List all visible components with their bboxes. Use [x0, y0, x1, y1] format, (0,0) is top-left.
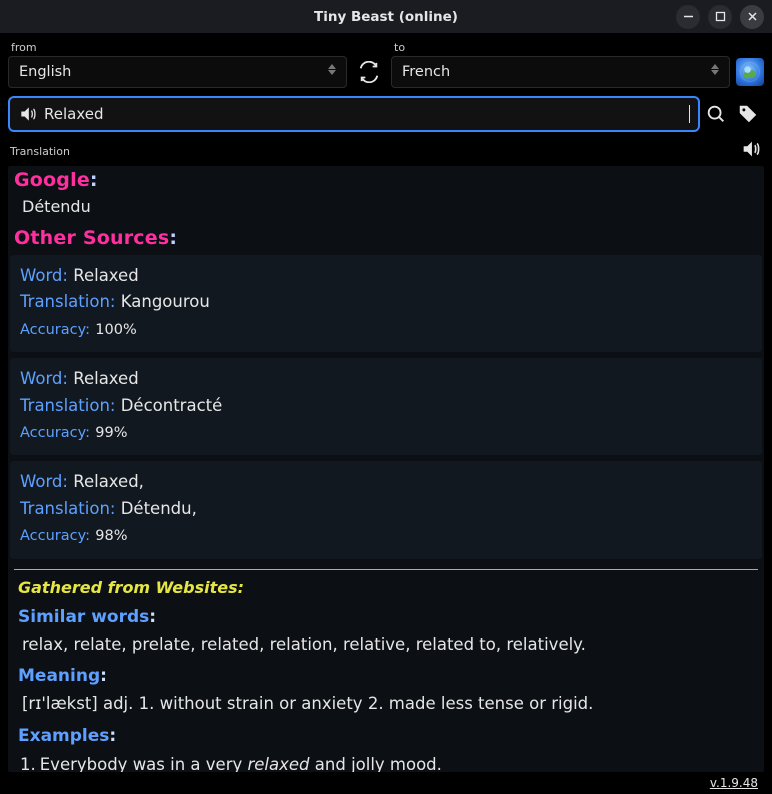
accuracy-value: 100% [95, 322, 136, 338]
chevron-updown-icon [328, 70, 336, 75]
app-body: from English to French [0, 33, 772, 794]
source-card: Word: Relaxed Translation: Kangourou Acc… [10, 255, 762, 352]
swap-languages-button[interactable] [353, 56, 385, 88]
search-row: Relaxed [8, 96, 764, 132]
translation-value: Décontracté [121, 396, 223, 415]
websites-heading: Gathered from Websites: [8, 574, 764, 603]
word-label: Word: [20, 472, 68, 491]
examples-list: 1.Everybody was in a very relaxed and jo… [8, 748, 764, 772]
window-title: Tiny Beast (online) [314, 9, 458, 25]
to-column: to French [391, 41, 730, 88]
chevron-updown-icon [711, 70, 719, 75]
google-heading: Google: [8, 166, 764, 193]
speak-result-button[interactable] [740, 138, 762, 164]
text-caret [689, 105, 690, 123]
example-item: 1.Everybody was in a very relaxed and jo… [20, 752, 754, 772]
similar-words-heading: Similar words: [8, 603, 764, 629]
search-button[interactable] [700, 96, 732, 132]
language-row: from English to French [8, 41, 764, 88]
from-label: from [8, 41, 347, 54]
separator [14, 569, 758, 570]
word-value: Relaxed [73, 266, 138, 285]
translation-label: Translation [10, 145, 70, 158]
speaker-icon[interactable] [18, 104, 38, 124]
meaning-heading: Meaning: [8, 662, 764, 688]
window-controls [676, 5, 764, 29]
results-panel: Google: Détendu Other Sources: Word: Rel… [8, 166, 764, 772]
translation-label: Translation: [20, 292, 115, 311]
translation-label: Translation: [20, 499, 115, 518]
accuracy-label: Accuracy: [20, 322, 90, 338]
version-label[interactable]: v.1.9.48 [8, 774, 764, 792]
titlebar: Tiny Beast (online) [0, 0, 772, 33]
translation-value: Kangourou [121, 292, 210, 311]
accuracy-label: Accuracy: [20, 528, 90, 544]
to-language-select[interactable]: French [391, 56, 730, 88]
word-value: Relaxed [73, 369, 138, 388]
translation-value: Détendu, [121, 499, 197, 518]
meaning-text: [rɪ'lækst] adj. 1. without strain or anx… [8, 688, 764, 722]
from-language-value: English [19, 64, 71, 80]
close-button[interactable] [740, 5, 764, 29]
word-value: Relaxed, [73, 472, 144, 491]
accuracy-value: 98% [95, 528, 127, 544]
translation-label-row: Translation [8, 138, 764, 164]
similar-words: relax, relate, prelate, related, relatio… [8, 629, 764, 663]
from-language-select[interactable]: English [8, 56, 347, 88]
accuracy-label: Accuracy: [20, 425, 90, 441]
translation-label: Translation: [20, 396, 115, 415]
word-label: Word: [20, 369, 68, 388]
to-label: to [391, 41, 730, 54]
source-card: Word: Relaxed Translation: Décontracté A… [10, 358, 762, 455]
from-column: from English [8, 41, 347, 88]
search-field[interactable]: Relaxed [8, 96, 700, 132]
accuracy-value: 99% [95, 425, 127, 441]
tag-button[interactable] [732, 96, 764, 132]
source-cards: Word: Relaxed Translation: Kangourou Acc… [8, 251, 764, 565]
word-label: Word: [20, 266, 68, 285]
to-language-value: French [402, 64, 450, 80]
maximize-button[interactable] [708, 5, 732, 29]
globe-icon[interactable] [736, 58, 764, 86]
other-sources-heading: Other Sources: [8, 224, 764, 251]
minimize-button[interactable] [676, 5, 700, 29]
google-result: Détendu [8, 193, 764, 224]
search-input[interactable]: Relaxed [44, 105, 683, 123]
examples-heading: Examples: [8, 722, 764, 748]
source-card: Word: Relaxed, Translation: Détendu, Acc… [10, 461, 762, 558]
